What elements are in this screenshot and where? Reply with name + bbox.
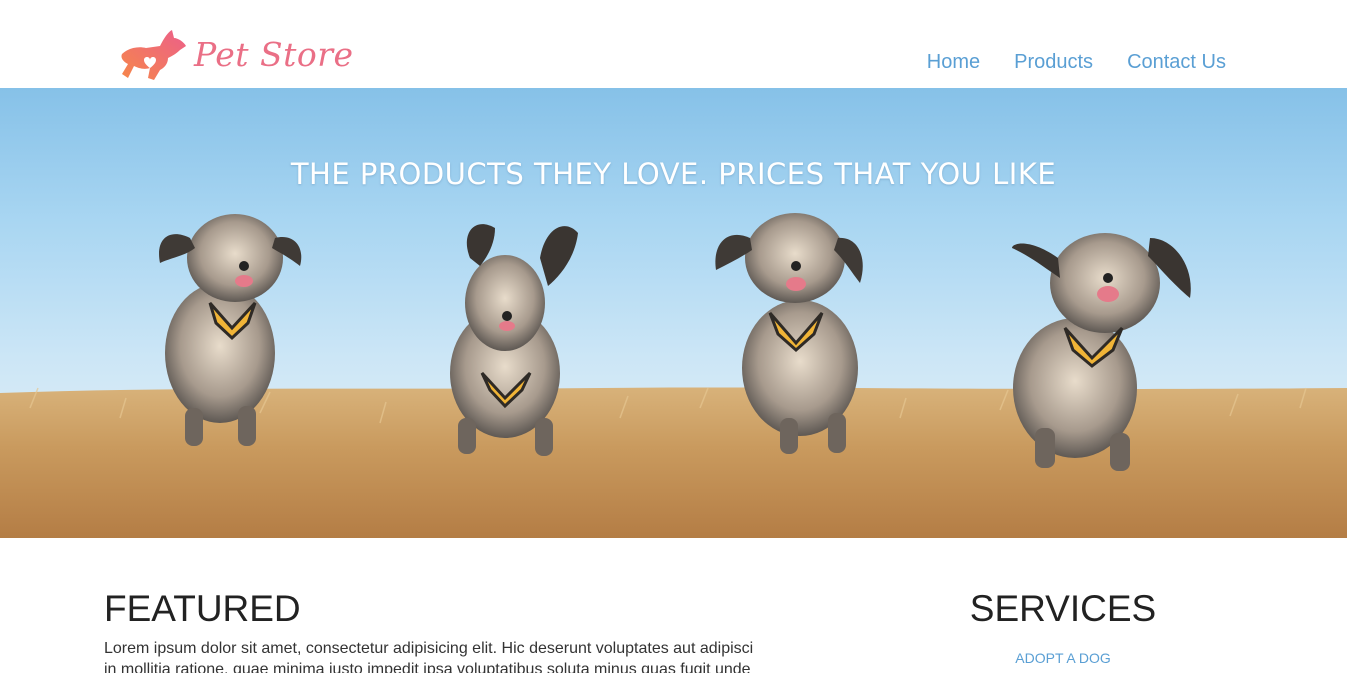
hero-headline: THE PRODUCTS THEY LOVE. PRICES THAT YOU … <box>290 157 1057 191</box>
hero-banner: THE PRODUCTS THEY LOVE. PRICES THAT YOU … <box>0 88 1347 538</box>
logo-text: Pet Store <box>194 34 354 74</box>
nav-home[interactable]: Home <box>927 51 980 74</box>
nav-products[interactable]: Products <box>1014 51 1093 74</box>
services-heading: SERVICES <box>969 588 1157 629</box>
site-header: Pet Store Home Products Contact Us <box>0 0 1347 88</box>
featured-text: Lorem ipsum dolor sit amet, consectetur … <box>104 640 754 673</box>
logo-link[interactable]: Pet Store <box>116 24 354 84</box>
dog-logo-icon <box>121 30 186 80</box>
main-nav: Home Products Contact Us <box>927 51 1226 74</box>
nav-contact-us[interactable]: Contact Us <box>1127 51 1226 74</box>
hero-dogs-photo <box>0 213 1347 538</box>
featured-heading: FEATURED <box>104 588 301 629</box>
adopt-a-dog-link[interactable]: ADOPT A DOG <box>943 650 1183 666</box>
main-content: FEATURED Lorem ipsum dolor sit amet, con… <box>0 538 1347 673</box>
